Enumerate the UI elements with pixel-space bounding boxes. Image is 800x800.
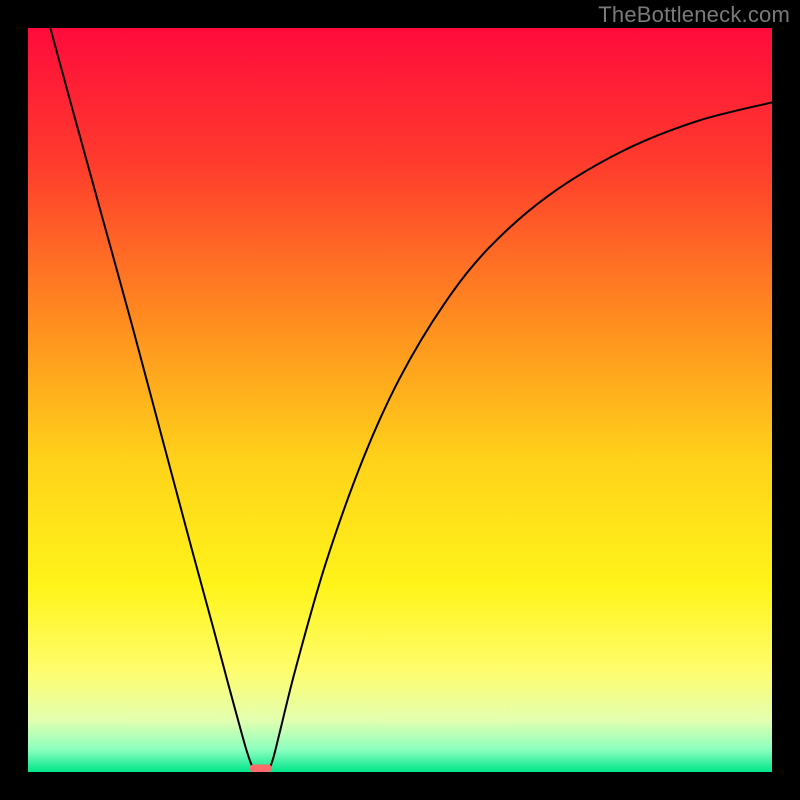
min-point-marker [250,765,272,772]
chart-canvas [0,0,800,800]
chart-frame: TheBottleneck.com [0,0,800,800]
plot-background [28,28,772,772]
watermark-text: TheBottleneck.com [598,2,790,28]
